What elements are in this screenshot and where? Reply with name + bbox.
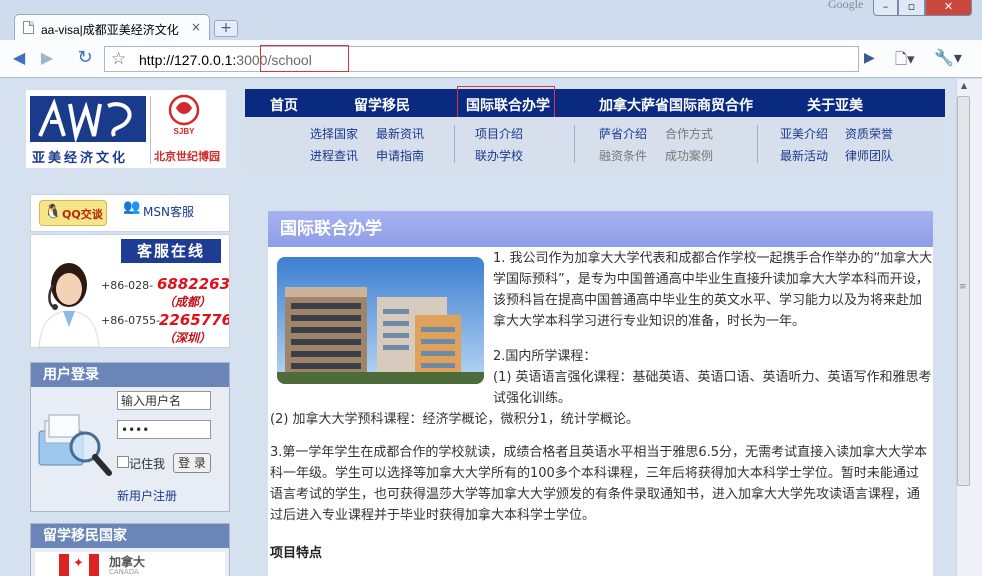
online-service-banner[interactable]: 客服在线 +86-028- 68822639 （成都） +86-0755- 22… [30, 234, 230, 348]
phone1-prefix: +86-028- [101, 279, 154, 292]
service-online-title: 客服在线 [121, 239, 221, 263]
scroll-up-arrow-icon[interactable]: ▲ [957, 81, 971, 91]
page-icon [23, 21, 34, 34]
password-input[interactable] [117, 420, 211, 439]
nav-active-highlight-box [457, 86, 555, 120]
subnav-apply-guide[interactable]: 申请指南 [376, 147, 424, 164]
logo-mark [30, 96, 146, 142]
remember-me-checkbox[interactable] [117, 456, 129, 468]
sub-nav: 选择国家 最新资讯 进程查讯 申请指南 项目介绍 联办学校 萨省介绍 合作方式 … [245, 117, 945, 171]
subnav-lawyers[interactable]: 律师团队 [845, 147, 893, 164]
subnav-sask-intro[interactable]: 萨省介绍 [599, 125, 647, 142]
page-menu-icon[interactable]: 🗋▾ [895, 49, 915, 74]
login-button[interactable]: 登 录 [173, 453, 211, 473]
folder-magnifier-icon [38, 414, 112, 476]
subnav-financing[interactable]: 融资条件 [599, 147, 647, 164]
window-close-button[interactable]: ✕ [925, 0, 972, 16]
countries-title: 留学移民国家 [31, 524, 229, 548]
nav-saskatchewan-trade[interactable]: 加拿大萨省国际商贸合作 [599, 95, 753, 115]
msn-service-link[interactable]: MSN客服 [143, 203, 194, 220]
canada-flag-icon: ✦ [59, 554, 99, 576]
subnav-partner-schools[interactable]: 联办学校 [475, 147, 523, 164]
partner-name: 北京世纪博园 [154, 150, 220, 163]
nav-home[interactable]: 首页 [270, 95, 298, 115]
qq-chat-button[interactable]: 🐧 QQ交谈 [39, 200, 107, 226]
features-heading: 项目特点 [270, 546, 323, 561]
content-title: 国际联合办学 [268, 211, 933, 247]
nav-study-immigration[interactable]: 留学移民 [354, 95, 410, 115]
paragraph-courses-heading: 2.国内所学课程： [493, 349, 597, 364]
paragraph-first-year: 3.第一学年学生在成都合作的学校就读，成绩合格者且英语水平相当于雅思6.5分，无… [270, 445, 928, 523]
login-title: 用户登录 [31, 363, 229, 387]
url-path-highlight-box [260, 45, 349, 72]
logo-divider [150, 96, 151, 164]
address-bar[interactable]: ☆ http://127.0.0.1:3000/school [104, 46, 859, 72]
reload-icon[interactable]: ↻ [74, 48, 96, 70]
back-arrow-icon[interactable]: ◀ [8, 48, 30, 70]
subnav-honors[interactable]: 资质荣誉 [845, 125, 893, 142]
main-content: 国际联合办学 1. 我公司作为加拿大大学代表和成都合作学校一起携手合作举办的“加… [268, 211, 933, 576]
subnav-cooperation[interactable]: 合作方式 [665, 125, 713, 142]
logo-text: 亚美经济文化 [32, 151, 129, 166]
url-host: http://127.0.0.1: [139, 52, 237, 68]
paragraph-course-prep: (2) 加拿大大学预科课程：经济学概论，微积分1，统计学概论。 [270, 412, 639, 427]
subnav-divider [574, 125, 575, 163]
subnav-events[interactable]: 最新活动 [780, 147, 828, 164]
campus-photo [277, 257, 484, 384]
browser-toolbar: ◀ ▶ ↻ ☆ http://127.0.0.1:3000/school ▶ 🗋… [0, 40, 982, 78]
go-arrow-icon[interactable]: ▶ [864, 50, 875, 66]
tab-title: aa-visa|成都亚美经济文化 [41, 23, 179, 37]
subnav-progress-query[interactable]: 进程查讯 [310, 147, 358, 164]
nav-about[interactable]: 关于亚美 [807, 95, 863, 115]
window-minimize-button[interactable]: – [873, 0, 898, 16]
qq-chat-label: QQ交谈 [62, 208, 103, 221]
bookmark-star-icon[interactable]: ☆ [111, 49, 126, 69]
phone2-number: 22657769 [159, 311, 229, 329]
qq-penguin-icon: 🐧 [44, 204, 62, 220]
country-name-en: CANADA [109, 568, 139, 576]
remember-me-label: 记住我 [129, 457, 166, 471]
register-link[interactable]: 新用户注册 [117, 487, 177, 504]
google-label: Google [828, 0, 864, 11]
tab-close-icon[interactable]: × [191, 20, 201, 34]
subnav-program-intro[interactable]: 项目介绍 [475, 125, 523, 142]
phone1-city: （成都） [163, 295, 212, 309]
country-item-canada[interactable]: ✦ 加拿大 CANADA [35, 552, 225, 576]
browser-tabstrip: aa-visa|成都亚美经济文化 × + Google – ▫ ✕ [0, 0, 982, 41]
paragraph-intro: 1. 我公司作为加拿大大学代表和成都合作学校一起携手合作举办的“加拿大大学国际预… [493, 251, 933, 329]
window-maximize-button[interactable]: ▫ [898, 0, 925, 16]
paragraph-course-english: (1) 英语语言强化课程：基础英语、英语口语、英语听力、英语写作和雅思考试强化训… [493, 370, 932, 406]
sjby-seal-icon: SJBY [168, 94, 200, 136]
scrollbar-grip-icon: ≡ [959, 282, 967, 292]
seal-letters: SJBY [174, 127, 196, 136]
site-logo[interactable]: 亚美经济文化 SJBY 北京世纪博园 [26, 90, 226, 168]
subnav-success-cases[interactable]: 成功案例 [665, 147, 713, 164]
forward-arrow-icon[interactable]: ▶ [36, 48, 58, 70]
subnav-divider [454, 125, 455, 163]
subnav-latest-news[interactable]: 最新资讯 [376, 125, 424, 142]
msn-buddy-icon: 👥 [123, 199, 141, 215]
phone2-prefix: +86-0755- [101, 314, 161, 327]
new-tab-button[interactable]: + [214, 20, 238, 37]
login-panel: 用户登录 记住我 登 录 新用户注册 [30, 362, 230, 512]
browser-tab[interactable]: aa-visa|成都亚美经济文化 × [14, 14, 210, 41]
wrench-menu-icon[interactable]: 🔧▾ [934, 48, 962, 67]
countries-panel: 留学移民国家 ✦ 加拿大 CANADA [30, 523, 230, 576]
chat-box: 🐧 QQ交谈 👥 MSN客服 [30, 194, 230, 232]
subnav-about-yamei[interactable]: 亚美介绍 [780, 125, 828, 142]
main-nav: 首页 留学移民 国际联合办学 加拿大萨省国际商贸合作 关于亚美 [245, 89, 945, 117]
phone1-number: 68822639 [157, 275, 230, 293]
phone2-city: （深圳） [163, 331, 212, 345]
username-input[interactable] [117, 391, 211, 410]
service-agent-image [38, 263, 100, 347]
subnav-divider [757, 125, 758, 163]
subnav-choose-country[interactable]: 选择国家 [310, 125, 358, 142]
